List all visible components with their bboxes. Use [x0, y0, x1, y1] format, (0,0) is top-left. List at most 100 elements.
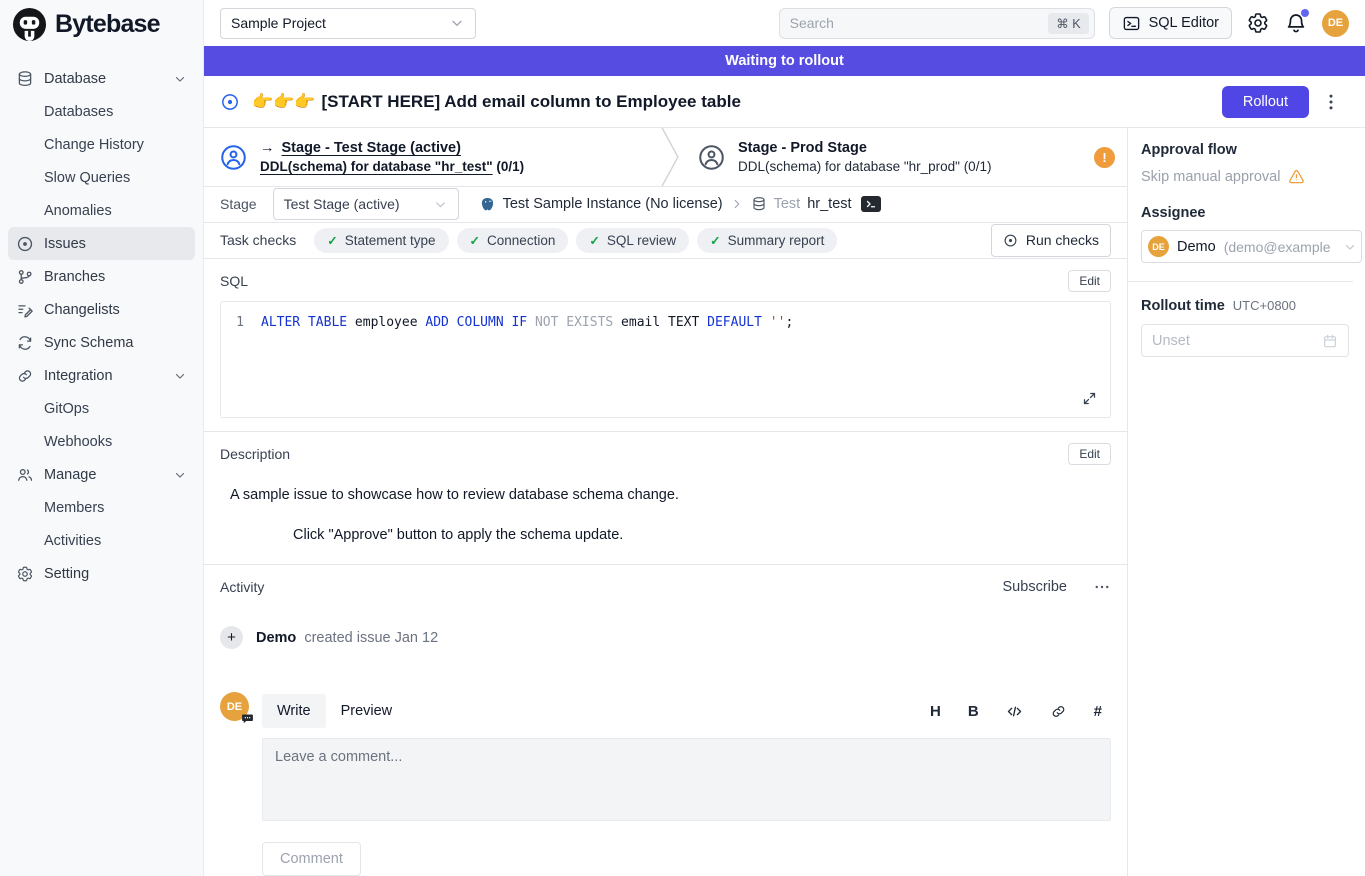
comment-editor: DE Write Preview H B # — [220, 692, 1111, 876]
comment-input[interactable] — [262, 738, 1111, 821]
chevron-right-icon — [730, 197, 744, 211]
issue-main-column: → Stage - Test Stage (active) DDL(schema… — [204, 128, 1128, 876]
instance-link[interactable]: Test Sample Instance (No license) — [503, 196, 723, 212]
arrow-right-icon: → — [260, 140, 275, 156]
comment-button[interactable]: Comment — [262, 842, 361, 876]
chevron-down-icon — [173, 468, 187, 482]
ellipsis-menu-icon[interactable] — [1093, 578, 1111, 596]
stage-card-text: → Stage - Test Stage (active) DDL(schema… — [260, 140, 524, 174]
sidebar-item-issues[interactable]: Issues — [8, 227, 195, 260]
check-pill-label: Statement type — [345, 233, 436, 248]
task-checks-label: Task checks — [220, 232, 296, 248]
expand-icon[interactable] — [1082, 391, 1097, 406]
sidebar-item-label: Sync Schema — [44, 335, 133, 351]
sql-token: email TEXT — [613, 315, 707, 330]
sidebar-item-database[interactable]: Database — [8, 62, 195, 95]
sql-token — [762, 315, 770, 330]
sidebar-item-slow-queries[interactable]: Slow Queries — [8, 161, 195, 194]
sidebar-item-label: Branches — [44, 269, 105, 285]
database-link[interactable]: hr_test — [807, 196, 851, 212]
database-breadcrumb: Test Sample Instance (No license) Test h… — [479, 196, 881, 213]
chevron-down-icon — [173, 72, 187, 86]
gear-icon[interactable] — [1246, 11, 1270, 35]
user-avatar[interactable]: DE — [1322, 10, 1349, 37]
link-icon[interactable] — [1050, 703, 1067, 720]
description-edit-button[interactable]: Edit — [1068, 443, 1111, 465]
rollout-time-picker[interactable] — [1141, 324, 1349, 357]
subscribe-link[interactable]: Subscribe — [1003, 579, 1067, 595]
check-pill-sql-review[interactable]: ✓ SQL review — [576, 228, 689, 253]
sidebar-item-members[interactable]: Members — [8, 491, 195, 524]
stage-card-text: Stage - Prod Stage DDL(schema) for datab… — [738, 140, 991, 174]
task-checks-row: Task checks ✓ Statement type ✓ Connectio… — [204, 223, 1127, 259]
sidebar-item-setting[interactable]: Setting — [8, 557, 195, 590]
sidebar-item-sync-schema[interactable]: Sync Schema — [8, 326, 195, 359]
sidebar-item-activities[interactable]: Activities — [8, 524, 195, 557]
sidebar-item-label: Database — [44, 71, 106, 87]
sidebar-item-change-history[interactable]: Change History — [8, 128, 195, 161]
heading-button[interactable]: H — [930, 704, 941, 719]
sql-token: '' — [770, 315, 786, 330]
description-line-2: Click "Approve" button to apply the sche… — [293, 527, 1111, 543]
users-icon — [16, 466, 34, 484]
check-icon: ✓ — [589, 233, 599, 248]
project-selector-value: Sample Project — [231, 15, 326, 31]
chevron-down-icon — [173, 369, 187, 383]
tab-write[interactable]: Write — [262, 694, 326, 728]
stage-select-row: Stage Test Stage (active) Test Sample In… — [204, 187, 1127, 223]
description-line-1: A sample issue to showcase how to review… — [230, 487, 1111, 503]
calendar-icon — [1322, 333, 1338, 349]
notifications-bell[interactable] — [1284, 11, 1308, 35]
status-banner: Waiting to rollout — [204, 46, 1365, 76]
check-icon: ✓ — [710, 233, 720, 248]
project-selector[interactable]: Sample Project — [220, 8, 476, 39]
sidebar-item-label: GitOps — [44, 401, 89, 417]
tab-preview[interactable]: Preview — [326, 694, 408, 728]
sql-token: NOT EXISTS — [535, 315, 613, 330]
rollout-button[interactable]: Rollout — [1222, 86, 1309, 118]
bold-button[interactable]: B — [968, 704, 979, 719]
stage-selector[interactable]: Test Stage (active) — [273, 188, 459, 220]
search-box[interactable]: ⌘ K — [779, 8, 1095, 39]
kebab-menu-icon[interactable] — [1321, 92, 1341, 112]
stage-cards-row: → Stage - Test Stage (active) DDL(schema… — [204, 128, 1127, 187]
assignee-selector[interactable]: DE Demo (demo@example — [1141, 230, 1362, 263]
sql-editor-button[interactable]: SQL Editor — [1109, 7, 1232, 39]
timezone-label: UTC+0800 — [1233, 298, 1296, 313]
hash-button[interactable]: # — [1094, 704, 1102, 719]
sidebar-item-webhooks[interactable]: Webhooks — [8, 425, 195, 458]
brand-name: Bytebase — [55, 10, 160, 39]
sql-code-line: 1 ALTER TABLE employee ADD COLUMN IF NOT… — [221, 302, 1110, 330]
sidebar-item-databases[interactable]: Databases — [8, 95, 195, 128]
rollout-time-input[interactable] — [1152, 333, 1292, 349]
top-bar: Sample Project ⌘ K SQL Editor DE — [204, 0, 1365, 46]
sidebar-item-manage[interactable]: Manage — [8, 458, 195, 491]
stage-name: Stage - Prod Stage — [738, 140, 867, 156]
sync-icon — [16, 334, 34, 352]
open-sql-editor-badge[interactable] — [861, 196, 881, 212]
check-pill-statement-type[interactable]: ✓ Statement type — [314, 228, 448, 253]
check-pill-connection[interactable]: ✓ Connection — [457, 228, 569, 253]
bytebase-logo[interactable]: Bytebase — [0, 0, 203, 48]
sidebar-item-branches[interactable]: Branches — [8, 260, 195, 293]
plus-icon: + — [220, 626, 243, 649]
run-checks-button[interactable]: Run checks — [991, 224, 1111, 257]
stage-card-prod[interactable]: Stage - Prod Stage DDL(schema) for datab… — [682, 128, 1127, 186]
sql-token: DEFAULT — [707, 315, 762, 330]
sidebar-item-changelists[interactable]: Changelists — [8, 293, 195, 326]
search-input[interactable] — [790, 15, 1049, 31]
sidebar-item-integration[interactable]: Integration — [8, 359, 195, 392]
stage-task-count: (0/1) — [496, 159, 524, 174]
sidebar-item-label: Setting — [44, 566, 89, 582]
assignee-email: (demo@example — [1224, 239, 1335, 255]
sql-edit-button[interactable]: Edit — [1068, 270, 1111, 292]
stage-name: Stage - Test Stage (active) — [282, 140, 461, 156]
code-icon[interactable] — [1006, 703, 1023, 720]
sidebar-item-anomalies[interactable]: Anomalies — [8, 194, 195, 227]
sidebar-item-gitops[interactable]: GitOps — [8, 392, 195, 425]
notification-dot — [1301, 9, 1309, 17]
gear-icon — [16, 565, 34, 583]
stage-card-test[interactable]: → Stage - Test Stage (active) DDL(schema… — [204, 128, 660, 186]
check-pill-summary-report[interactable]: ✓ Summary report — [697, 228, 837, 253]
stage-label: Stage — [220, 196, 257, 212]
